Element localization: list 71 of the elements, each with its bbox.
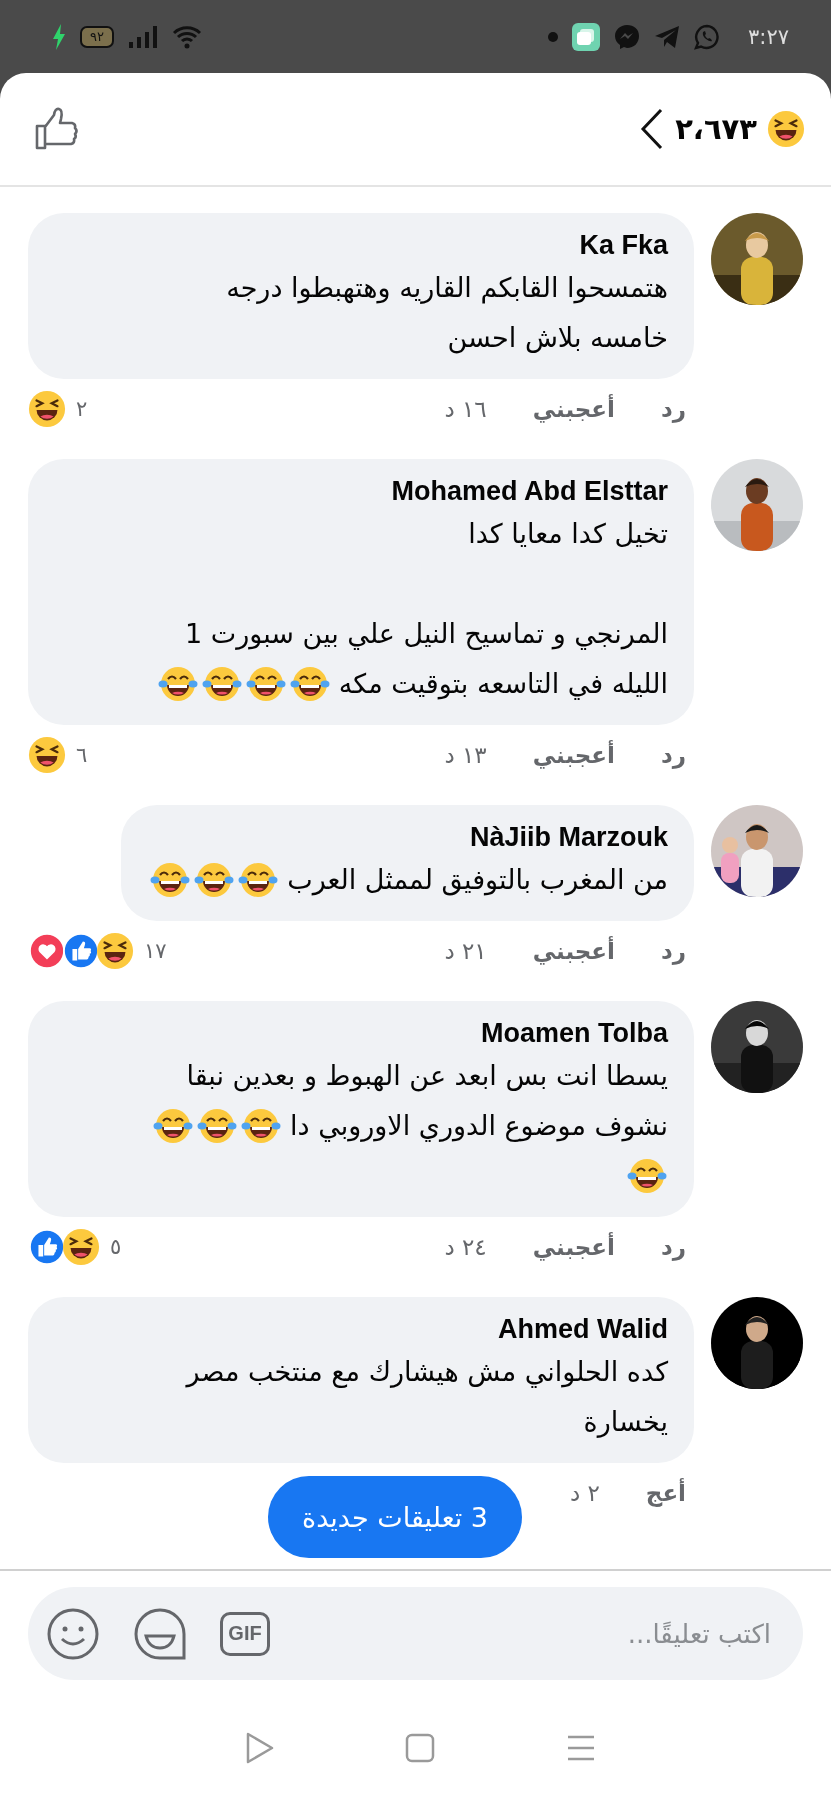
- phone-chat-icon: [694, 23, 721, 50]
- author-name: Ahmed Walid: [497, 1313, 668, 1346]
- reply-link[interactable]: رد: [660, 1234, 686, 1260]
- comment-time: ٢ د: [569, 1480, 600, 1506]
- reply-link[interactable]: رد: [660, 938, 686, 964]
- comment-time: ١٦ د: [444, 396, 487, 422]
- tears-of-joy-icon: [241, 1106, 282, 1146]
- comment-text: يخسارة: [583, 1405, 668, 1440]
- home-nav-button[interactable]: [405, 1733, 436, 1763]
- comment-text: يسطا انت بس ابعد عن الهبوط و بعدين نبقا: [186, 1059, 668, 1094]
- comment-time: ٢١ د: [444, 938, 487, 964]
- emoji-button[interactable]: [46, 1606, 100, 1661]
- messenger-icon: [614, 23, 641, 50]
- author-name: Moamen Tolba: [480, 1017, 668, 1050]
- tears-of-joy-icon: [201, 664, 242, 704]
- laughing-reaction-icon: [767, 110, 805, 148]
- paper-plane-icon: [654, 24, 681, 49]
- wifi-icon: [171, 23, 202, 50]
- tears-of-joy-icon: [197, 1106, 238, 1146]
- author-name: Ka Fka: [578, 229, 668, 262]
- reply-link[interactable]: رد: [660, 742, 686, 768]
- app-icon: [572, 22, 601, 51]
- like-link[interactable]: أعجبني: [532, 396, 615, 422]
- comment-text: خامسه بلاش احسن: [447, 321, 668, 356]
- tears-of-joy-icon: [153, 1106, 194, 1146]
- laughing-reaction-icon: [28, 736, 66, 774]
- comment-text: نشوف موضوع الدوري الاوروبي دا: [290, 1109, 668, 1144]
- notification-dot-icon: [548, 31, 559, 42]
- menu-nav-button[interactable]: [565, 1734, 596, 1762]
- heart-reaction-icon: [28, 932, 66, 970]
- like-reaction-icon: [28, 1228, 66, 1266]
- comment-text: الليله في التاسعه بتوقيت مكه: [338, 667, 668, 702]
- comment-text: تخيل كدا معايا كدا: [468, 517, 668, 551]
- clock-time: ٣:٢٧: [748, 24, 789, 49]
- tears-of-joy-icon: [157, 664, 198, 704]
- back-nav-button[interactable]: [245, 1731, 276, 1765]
- tears-of-joy-icon: [289, 664, 330, 704]
- laughing-reaction-icon: [28, 390, 66, 428]
- reaction-count: ٦: [76, 743, 88, 767]
- reaction-count: ٢: [76, 397, 88, 421]
- tears-of-joy-icon: [238, 860, 279, 900]
- like-link[interactable]: أعج: [645, 1480, 686, 1506]
- battery-indicator: ٩٢: [80, 25, 114, 48]
- laughing-reaction-icon: [62, 1228, 100, 1266]
- comment-text: من المغرب بالتوفيق لممثل العرب: [287, 863, 668, 898]
- reaction-count: ٥: [110, 1235, 122, 1259]
- author-name: Mohamed Abd Elsttar: [390, 475, 668, 508]
- author-name: NàJiib Marzouk: [468, 821, 668, 854]
- laughing-reaction-icon: [96, 932, 134, 970]
- comment-text: المرنجي و تماسيح النيل علي بين سبورت 1: [185, 617, 668, 652]
- like-link[interactable]: أعجبني: [532, 742, 615, 768]
- comment-input[interactable]: اكتب تعليقًا...: [302, 1602, 773, 1665]
- tears-of-joy-icon: [194, 860, 235, 900]
- comment-time: ١٣ د: [444, 742, 487, 768]
- gif-button[interactable]: GIF: [220, 1611, 270, 1656]
- tears-of-joy-icon: [150, 860, 191, 900]
- reaction-count: ٢،٦٧٣: [675, 112, 757, 146]
- like-link[interactable]: أعجبني: [532, 1234, 615, 1260]
- like-link[interactable]: أعجبني: [532, 938, 615, 964]
- like-reaction-icon: [62, 932, 100, 970]
- like-button[interactable]: [34, 106, 80, 152]
- tears-of-joy-icon: [627, 1156, 667, 1196]
- comment-time: ٢٤ د: [444, 1234, 487, 1260]
- charging-icon: [52, 23, 66, 50]
- tears-of-joy-icon: [245, 664, 286, 704]
- comment-text: كده الحلواني مش هيشارك مع منتخب مصر: [186, 1355, 668, 1390]
- new-comments-button[interactable]: 3 تعليقات جديدة: [268, 1476, 522, 1558]
- reply-link[interactable]: رد: [660, 396, 686, 422]
- comment-text: هتمسحوا القابكم القاريه وهتهبطوا درجه: [226, 271, 668, 306]
- signal-icon: [127, 24, 158, 49]
- reaction-count: ١٧: [144, 939, 167, 963]
